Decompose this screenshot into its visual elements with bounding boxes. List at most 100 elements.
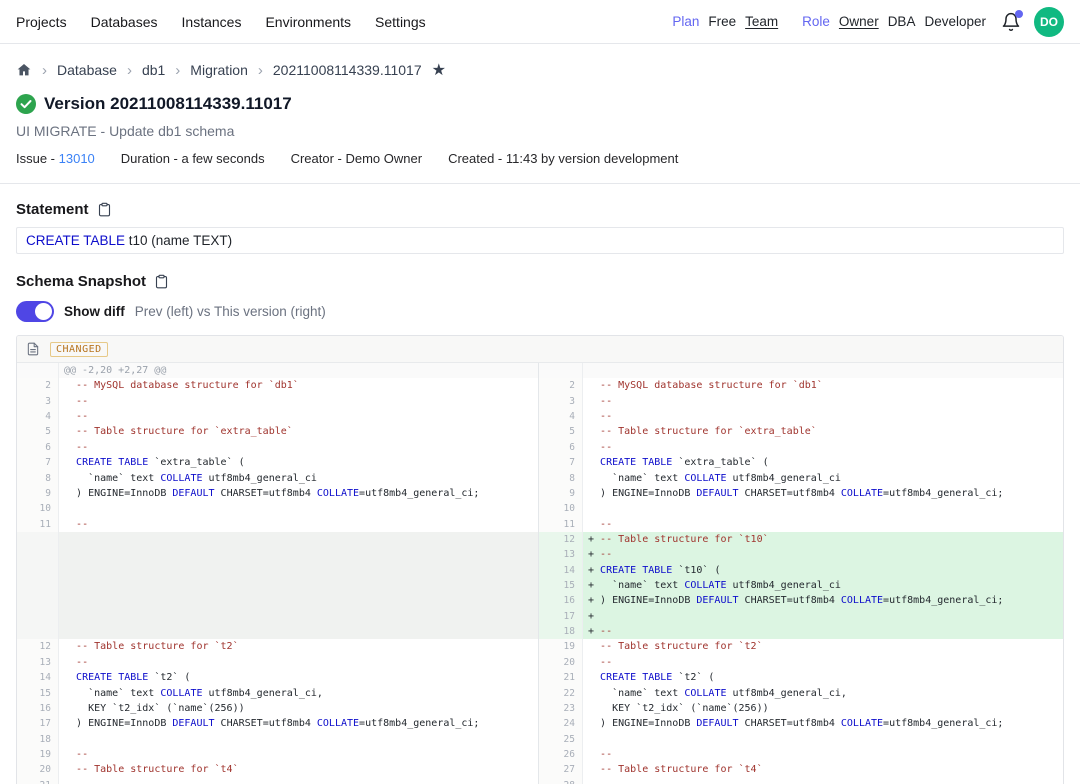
diff-line-number: 5 bbox=[17, 424, 59, 439]
diff-direction-hint: Prev (left) vs This version (right) bbox=[135, 304, 326, 319]
nav-item-projects[interactable]: Projects bbox=[16, 14, 67, 30]
diff-line-number: 6 bbox=[17, 440, 59, 455]
diff-code-line: ) ENGINE=InnoDB DEFAULT CHARSET=utf8mb4 … bbox=[583, 716, 1063, 731]
toggle-knob bbox=[35, 303, 52, 320]
meta-creator: Creator - Demo Owner bbox=[291, 151, 422, 166]
breadcrumb-version[interactable]: 20211008114339.11017 bbox=[273, 62, 422, 78]
diff-line-number: 10 bbox=[17, 501, 59, 516]
diff-code-line: -- bbox=[59, 517, 539, 532]
role-dba: DBA bbox=[888, 14, 916, 29]
home-icon[interactable] bbox=[16, 62, 32, 78]
nav-item-databases[interactable]: Databases bbox=[91, 14, 158, 30]
diff-code-line: + -- bbox=[583, 547, 1063, 562]
diff-line-number: 4 bbox=[17, 409, 59, 424]
diff-line-number: 15 bbox=[539, 578, 583, 593]
bookmark-star-icon[interactable]: ★ bbox=[432, 60, 446, 80]
diff-line-number: 21 bbox=[539, 670, 583, 685]
diff-code-line: -- bbox=[583, 747, 1063, 762]
diff-code-line: KEY `t2_idx` (`name`(256)) bbox=[59, 701, 539, 716]
diff-line-number bbox=[17, 624, 59, 639]
avatar[interactable]: DO bbox=[1034, 7, 1064, 37]
breadcrumb-separator: › bbox=[42, 62, 47, 79]
diff-code-line: -- bbox=[583, 394, 1063, 409]
diff-code-line bbox=[59, 578, 539, 593]
breadcrumb-migration[interactable]: Migration bbox=[190, 62, 248, 78]
meta-issue-label: Issue - bbox=[16, 151, 59, 166]
copy-statement-icon[interactable] bbox=[97, 202, 112, 217]
show-diff-toggle[interactable] bbox=[16, 301, 54, 322]
diff-line-number: 14 bbox=[539, 563, 583, 578]
diff-header: CHANGED bbox=[17, 336, 1063, 363]
version-title-row: Version 20211008114339.11017 bbox=[16, 94, 1064, 114]
diff-line-number: 26 bbox=[539, 747, 583, 762]
diff-line-number: 9 bbox=[17, 486, 59, 501]
diff-code-line bbox=[59, 563, 539, 578]
diff-line-number: 21 bbox=[17, 778, 59, 784]
nav-item-settings[interactable]: Settings bbox=[375, 14, 426, 30]
diff-line-number: 17 bbox=[17, 716, 59, 731]
diff-line-number: 13 bbox=[539, 547, 583, 562]
diff-code-line: `name` text COLLATE utf8mb4_general_ci, bbox=[59, 686, 539, 701]
diff-line-number: 22 bbox=[539, 686, 583, 701]
diff-line-number bbox=[17, 363, 59, 378]
diff-code-line bbox=[583, 501, 1063, 516]
diff-line-number: 11 bbox=[17, 517, 59, 532]
diff-code-line: `name` text COLLATE utf8mb4_general_ci, bbox=[583, 686, 1063, 701]
account-area: Plan Free Team Role Owner DBA Developer … bbox=[672, 7, 1064, 37]
notification-bell-icon[interactable] bbox=[1001, 12, 1021, 32]
breadcrumb-db1[interactable]: db1 bbox=[142, 62, 165, 78]
diff-code-line: CREATE TABLE `t2` ( bbox=[583, 670, 1063, 685]
diff-code-line: `name` text COLLATE utf8mb4_general_ci bbox=[583, 471, 1063, 486]
meta-duration: Duration - a few seconds bbox=[121, 151, 265, 166]
diff-line-number bbox=[539, 363, 583, 378]
diff-line-number: 3 bbox=[17, 394, 59, 409]
diff-line-number bbox=[17, 609, 59, 624]
diff-line-number: 28 bbox=[539, 778, 583, 784]
nav-item-environments[interactable]: Environments bbox=[265, 14, 351, 30]
diff-line-number: 18 bbox=[17, 732, 59, 747]
diff-line-number: 15 bbox=[17, 686, 59, 701]
diff-code-line bbox=[59, 501, 539, 516]
diff-code-line bbox=[59, 593, 539, 608]
diff-line-number: 10 bbox=[539, 501, 583, 516]
diff-code-line: KEY `t2_idx` (`name`(256)) bbox=[583, 701, 1063, 716]
diff-code-line: CREATE TABLE `extra_table` ( bbox=[59, 455, 539, 470]
diff-line-number: 14 bbox=[17, 670, 59, 685]
diff-line-number bbox=[17, 532, 59, 547]
diff-line-number: 18 bbox=[539, 624, 583, 639]
diff-code-line bbox=[59, 532, 539, 547]
diff-code-line bbox=[59, 547, 539, 562]
diff-line-number: 20 bbox=[17, 762, 59, 777]
diff-line-number bbox=[17, 563, 59, 578]
diff-line-number: 27 bbox=[539, 762, 583, 777]
diff-line-number bbox=[17, 578, 59, 593]
breadcrumb-separator: › bbox=[258, 62, 263, 79]
statement-heading: Statement bbox=[16, 201, 89, 218]
diff-code-line: -- bbox=[59, 778, 539, 784]
issue-link[interactable]: 13010 bbox=[59, 151, 95, 166]
diff-code-line: + -- Table structure for `t10` bbox=[583, 532, 1063, 547]
version-meta: Issue - 13010 Duration - a few seconds C… bbox=[16, 151, 1064, 166]
diff-grid: @@ -2,20 +2,27 @@2 -- MySQL database str… bbox=[17, 363, 1063, 784]
diff-line-number bbox=[17, 547, 59, 562]
diff-code-line: CREATE TABLE `extra_table` ( bbox=[583, 455, 1063, 470]
copy-schema-icon[interactable] bbox=[154, 274, 169, 289]
breadcrumb-database[interactable]: Database bbox=[57, 62, 117, 78]
plan-label: Plan bbox=[672, 14, 699, 29]
diff-code-line: -- Table structure for `t2` bbox=[583, 639, 1063, 654]
main-menu: Projects Databases Instances Environment… bbox=[16, 14, 426, 30]
diff-code-line: CREATE TABLE `t2` ( bbox=[59, 670, 539, 685]
plan-upgrade-link[interactable]: Team bbox=[745, 14, 778, 29]
diff-code-line: -- MySQL database structure for `db1` bbox=[59, 378, 539, 393]
diff-line-number: 20 bbox=[539, 655, 583, 670]
diff-line-number: 23 bbox=[539, 701, 583, 716]
diff-code-line: -- bbox=[59, 747, 539, 762]
success-check-icon bbox=[16, 94, 36, 114]
diff-code-line: -- bbox=[59, 655, 539, 670]
diff-line-number: 16 bbox=[17, 701, 59, 716]
diff-line-number: 4 bbox=[539, 409, 583, 424]
diff-code-line: -- Table structure for `extra_table` bbox=[59, 424, 539, 439]
diff-code-line: -- Table structure for `extra_table` bbox=[583, 424, 1063, 439]
nav-item-instances[interactable]: Instances bbox=[182, 14, 242, 30]
role-owner-link[interactable]: Owner bbox=[839, 14, 879, 29]
